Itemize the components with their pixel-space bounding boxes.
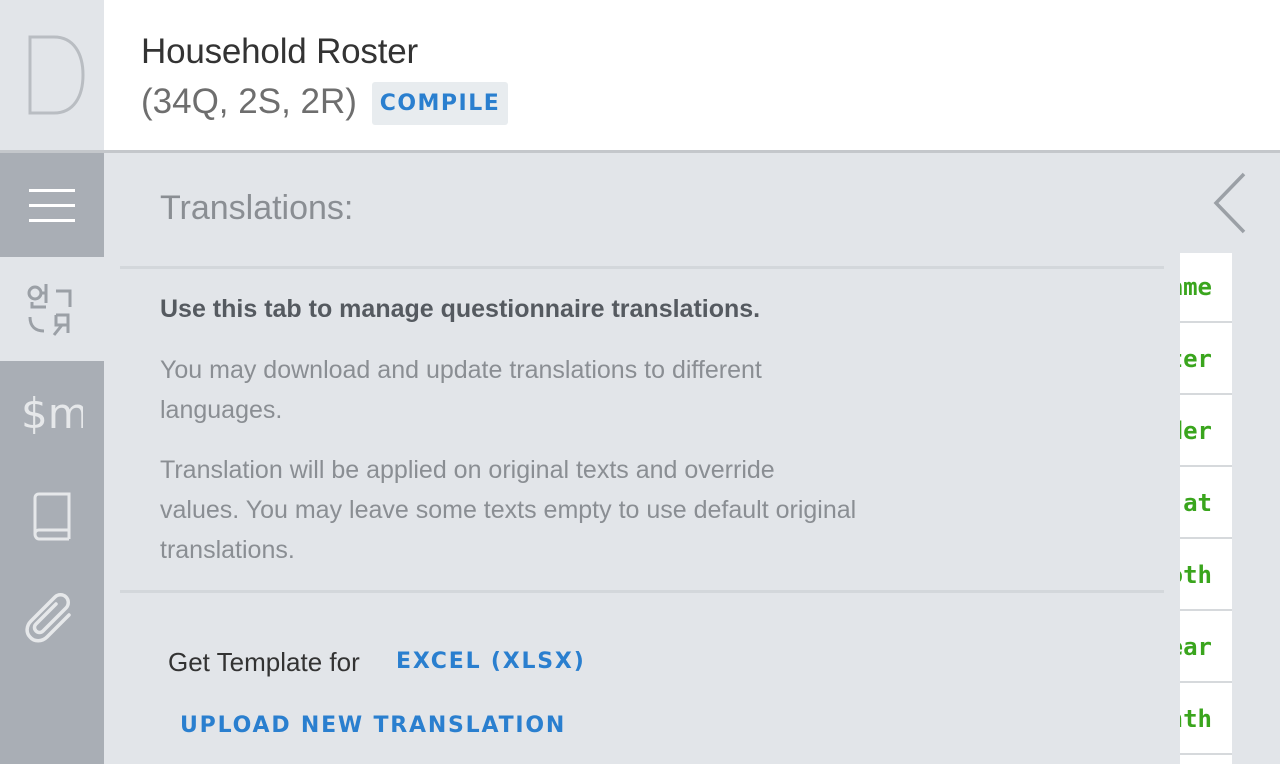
questionnaire-header: Household Roster (34Q, 2S, 2R) COMPILE (104, 0, 1280, 152)
app-logo[interactable] (0, 0, 104, 152)
paperclip-icon (25, 593, 71, 643)
chevron-left-icon (1213, 172, 1246, 234)
list-item[interactable]: der (1180, 397, 1232, 467)
letter-d-logo-icon (28, 35, 85, 115)
template-label: Get Template for (168, 647, 360, 677)
left-rail: $m (0, 153, 104, 764)
variable-list: ame ter der at oth ear nth (1180, 253, 1232, 764)
list-item[interactable]: oth (1180, 541, 1232, 611)
book-icon (33, 492, 71, 541)
panel-title: Translations: (160, 189, 354, 227)
description-paragraph-2: Translation will be applied on original … (160, 456, 857, 564)
list-item[interactable]: ter (1180, 325, 1232, 395)
list-item[interactable]: nth (1180, 685, 1232, 755)
macros-icon: $m (21, 390, 83, 436)
right-strip: ame ter der at oth ear nth (1180, 153, 1280, 764)
rail-item-lookup-tables[interactable] (0, 465, 104, 569)
questionnaire-title[interactable]: Household Roster (141, 32, 418, 72)
panel-divider (120, 266, 1164, 269)
questionnaire-stats: (34Q, 2S, 2R) (141, 82, 357, 121)
intro-text: Use this tab to manage questionnaire tra… (160, 295, 761, 323)
rail-item-translations[interactable] (0, 257, 104, 361)
right-edge (1232, 253, 1280, 764)
upload-translation-link[interactable]: UPLOAD NEW TRANSLATION (180, 713, 566, 738)
list-item[interactable]: ear (1180, 613, 1232, 683)
excel-template-link[interactable]: EXCEL (XLSX) (396, 649, 586, 674)
rail-item-macros[interactable]: $m (0, 361, 104, 465)
translation-icon (27, 284, 72, 336)
list-item[interactable]: at (1180, 469, 1232, 539)
panel-divider (120, 590, 1164, 593)
hamburger-menu-icon (29, 189, 75, 222)
rail-item-attachments[interactable] (0, 569, 104, 673)
translations-panel: Translations: Use this tab to manage que… (104, 153, 1180, 764)
description-paragraph-1: You may download and update translations… (160, 356, 762, 424)
svg-text:$m: $m (21, 390, 83, 436)
rail-item-menu[interactable] (0, 153, 104, 257)
list-item[interactable]: ame (1180, 253, 1232, 323)
collapse-panel-button[interactable] (1180, 153, 1280, 253)
compile-button[interactable]: COMPILE (372, 82, 508, 125)
